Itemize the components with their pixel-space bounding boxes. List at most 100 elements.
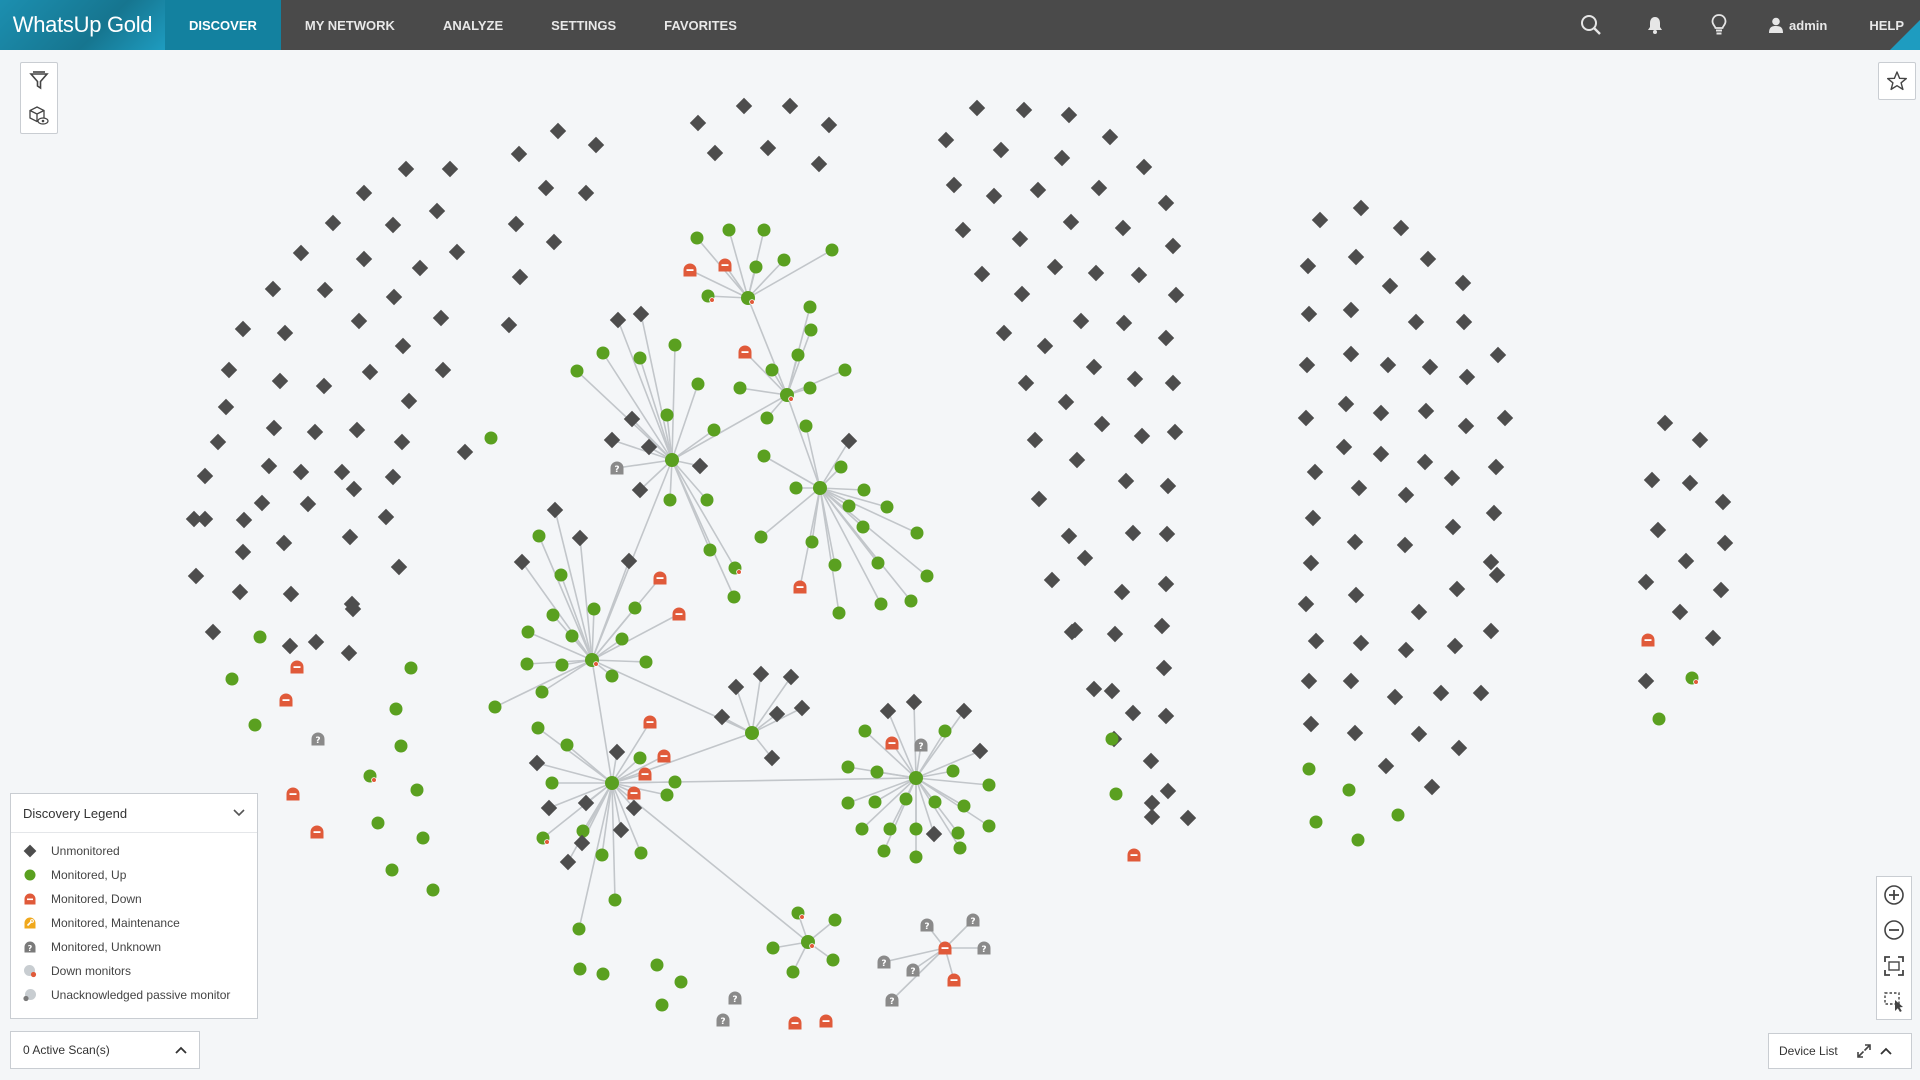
device-unmonitored[interactable]: [1072, 312, 1090, 330]
device-unmonitored[interactable]: [1062, 213, 1080, 231]
device-unmonitored[interactable]: [1485, 504, 1503, 522]
add-favorite-button[interactable]: [1878, 62, 1916, 100]
device-unmonitored[interactable]: [1159, 782, 1177, 800]
device-down[interactable]: [738, 345, 752, 359]
device-up[interactable]: [484, 431, 498, 445]
device-up[interactable]: [633, 351, 647, 365]
device-up[interactable]: [389, 702, 403, 716]
device-unmonitored[interactable]: [235, 511, 253, 529]
device-up[interactable]: [938, 724, 952, 738]
device-down[interactable]: [1641, 633, 1655, 647]
device-unmonitored[interactable]: [1372, 404, 1390, 422]
device-up[interactable]: [910, 526, 924, 540]
device-unmonitored[interactable]: [390, 558, 408, 576]
device-unmonitored[interactable]: [209, 433, 227, 451]
device-unmonitored[interactable]: [1716, 534, 1734, 552]
device-unmonitored[interactable]: [292, 244, 310, 262]
device-unmonitored[interactable]: [271, 372, 289, 390]
device-unmonitored[interactable]: [1157, 329, 1175, 347]
device-unmonitored[interactable]: [400, 392, 418, 410]
device-unmonitored[interactable]: [1106, 625, 1124, 643]
device-unmonitored[interactable]: [992, 141, 1010, 159]
device-unmonitored[interactable]: [1347, 248, 1365, 266]
device-unmonitored[interactable]: [1381, 277, 1399, 295]
device-up[interactable]: [665, 453, 679, 467]
device-unmonitored[interactable]: [1691, 431, 1709, 449]
device-unmonitored[interactable]: [1297, 595, 1315, 613]
device-unmonitored[interactable]: [691, 457, 709, 475]
device-unmonitored[interactable]: [1085, 358, 1103, 376]
device-unmonitored[interactable]: [955, 702, 973, 720]
device-up[interactable]: [757, 223, 771, 237]
device-unmonitored[interactable]: [348, 421, 366, 439]
device-up[interactable]: [826, 953, 840, 967]
device-unmonitored[interactable]: [905, 693, 923, 711]
device-unmonitored[interactable]: [1446, 637, 1464, 655]
device-unmonitored[interactable]: [384, 216, 402, 234]
device-unmonitored[interactable]: [587, 136, 605, 154]
device-unmonitored[interactable]: [355, 250, 373, 268]
device-unmonitored[interactable]: [1386, 688, 1404, 706]
app-logo[interactable]: WhatsUp Gold: [0, 0, 165, 50]
device-up[interactable]: [546, 608, 560, 622]
device-up[interactable]: [394, 739, 408, 753]
device-up[interactable]: [909, 850, 923, 864]
device-unmonitored[interactable]: [810, 155, 828, 173]
device-unmonitored[interactable]: [1342, 301, 1360, 319]
device-unmonitored[interactable]: [603, 431, 621, 449]
device-down[interactable]: [938, 941, 952, 955]
device-unmonitored[interactable]: [1114, 219, 1132, 237]
device-up[interactable]: [870, 765, 884, 779]
device-unmonitored[interactable]: [1306, 463, 1324, 481]
device-unmonitored[interactable]: [1352, 634, 1370, 652]
device-down[interactable]: [672, 607, 686, 621]
device-up[interactable]: [633, 751, 647, 765]
device-down[interactable]: [683, 263, 697, 277]
device-unmonitored[interactable]: [1130, 266, 1148, 284]
device-up[interactable]: [804, 323, 818, 337]
device-unmonitored[interactable]: [456, 443, 474, 461]
device-up[interactable]: [596, 346, 610, 360]
device-up[interactable]: [813, 481, 827, 495]
device-unmonitored[interactable]: [1115, 314, 1133, 332]
device-up[interactable]: [1302, 762, 1316, 776]
device-unmonitored[interactable]: [1013, 285, 1031, 303]
zoom-in-icon[interactable]: [1881, 882, 1907, 908]
device-up[interactable]: [1391, 808, 1405, 822]
device-up[interactable]: [803, 300, 817, 314]
device-up[interactable]: [615, 632, 629, 646]
chevron-down-icon[interactable]: [233, 809, 245, 817]
device-unmonitored[interactable]: [1126, 370, 1144, 388]
device-unmonitored[interactable]: [1157, 194, 1175, 212]
device-unmonitored[interactable]: [231, 583, 249, 601]
device-down[interactable]: [290, 660, 304, 674]
device-unmonitored[interactable]: [1421, 358, 1439, 376]
device-unmonitored[interactable]: [1392, 219, 1410, 237]
device-up[interactable]: [660, 408, 674, 422]
device-unmonitored[interactable]: [1423, 778, 1441, 796]
device-unmonitored[interactable]: [260, 457, 278, 475]
device-unmonitored[interactable]: [282, 585, 300, 603]
device-up[interactable]: [791, 348, 805, 362]
device-unmonitored[interactable]: [1350, 479, 1368, 497]
device-unmonitored[interactable]: [1410, 725, 1428, 743]
device-up[interactable]: [909, 822, 923, 836]
device-down[interactable]: [279, 693, 293, 707]
device-unknown[interactable]: ?: [914, 738, 928, 753]
device-up[interactable]: [825, 243, 839, 257]
device-unmonitored[interactable]: [441, 160, 459, 178]
device-unmonitored[interactable]: [759, 139, 777, 157]
device-up[interactable]: [757, 449, 771, 463]
device-unmonitored[interactable]: [299, 495, 317, 513]
device-down[interactable]: [627, 786, 641, 800]
device-up[interactable]: [576, 824, 590, 838]
device-unmonitored[interactable]: [1352, 199, 1370, 217]
device-unmonitored[interactable]: [276, 324, 294, 342]
device-unmonitored[interactable]: [1143, 808, 1161, 826]
device-unmonitored[interactable]: [1113, 583, 1131, 601]
nav-tab-settings[interactable]: SETTINGS: [527, 0, 640, 50]
device-unmonitored[interactable]: [1304, 509, 1322, 527]
device-up[interactable]: [488, 700, 502, 714]
device-unmonitored[interactable]: [840, 432, 858, 450]
device-unmonitored[interactable]: [1419, 250, 1437, 268]
